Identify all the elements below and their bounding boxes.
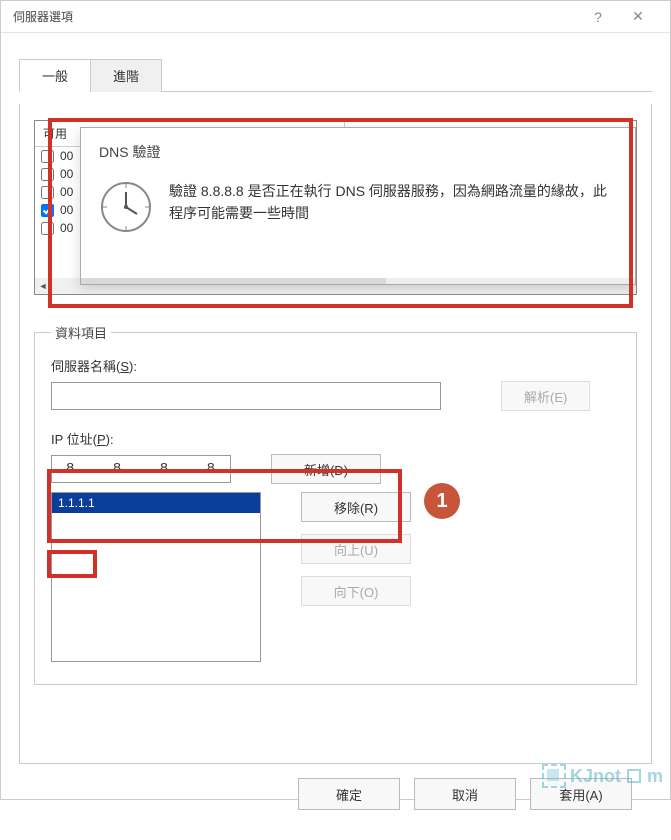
window-title: 伺服器選項	[13, 8, 578, 25]
options-listbox[interactable]: 可用 00 00 00 00 00 ◄ DNS 驗證 驗證 8.8.8.8 是否…	[34, 120, 637, 295]
list-checkbox[interactable]	[41, 186, 54, 199]
close-icon[interactable]: ✕	[618, 8, 658, 25]
ip-address-label: IP 位址(P):	[51, 429, 620, 448]
titlebar: 伺服器選項 ? ✕	[1, 1, 670, 33]
annotation-badge-1: 1	[424, 483, 460, 519]
ok-button[interactable]: 確定	[298, 778, 400, 810]
list-checkbox[interactable]	[41, 168, 54, 181]
clock-icon	[99, 180, 153, 237]
resolve-button[interactable]: 解析(E)	[501, 381, 590, 411]
dns-dialog-title: DNS 驗證	[81, 128, 635, 170]
tab-content: 可用 00 00 00 00 00 ◄ DNS 驗證 驗證 8.8.8.8 是否…	[19, 104, 652, 764]
list-checkbox[interactable]	[41, 150, 54, 163]
watermark: KJnot m	[542, 764, 663, 788]
watermark-logo-icon	[542, 764, 566, 788]
tab-bar: 一般 進階	[19, 58, 652, 92]
list-checkbox[interactable]	[41, 204, 54, 217]
move-down-button[interactable]: 向下(O)	[301, 576, 411, 606]
tab-general[interactable]: 一般	[19, 59, 91, 92]
group-legend: 資料項目	[51, 323, 111, 342]
data-items-group: 資料項目 伺服器名稱(S): 解析(E) IP 位址(P): 8. 8. 8. …	[34, 323, 637, 685]
tab-advanced[interactable]: 進階	[90, 59, 162, 92]
server-options-window: 伺服器選項 ? ✕ 一般 進階 可用 00 00 00 00 00 ◄	[0, 0, 671, 800]
help-icon[interactable]: ?	[578, 9, 618, 25]
remove-button[interactable]: 移除(R)	[301, 492, 411, 522]
dns-dialog-message: 驗證 8.8.8.8 是否正在執行 DNS 伺服器服務，因為網路流量的緣故，此程…	[169, 180, 617, 225]
cancel-button[interactable]: 取消	[414, 778, 516, 810]
server-name-input[interactable]	[51, 382, 441, 410]
progress-bar	[81, 278, 635, 284]
ip-address-input[interactable]: 8. 8. 8. 8	[51, 455, 231, 483]
ip-list-item[interactable]: 1.1.1.1	[52, 493, 260, 513]
dns-verify-dialog: DNS 驗證 驗證 8.8.8.8 是否正在執行 DNS 伺服器服務，因為網路流…	[80, 127, 636, 285]
list-checkbox[interactable]	[41, 222, 54, 235]
move-up-button[interactable]: 向上(U)	[301, 534, 411, 564]
server-name-label: 伺服器名稱(S):	[51, 356, 620, 375]
ip-list[interactable]: 1.1.1.1	[51, 492, 261, 662]
add-button[interactable]: 新增(D)	[271, 454, 381, 484]
